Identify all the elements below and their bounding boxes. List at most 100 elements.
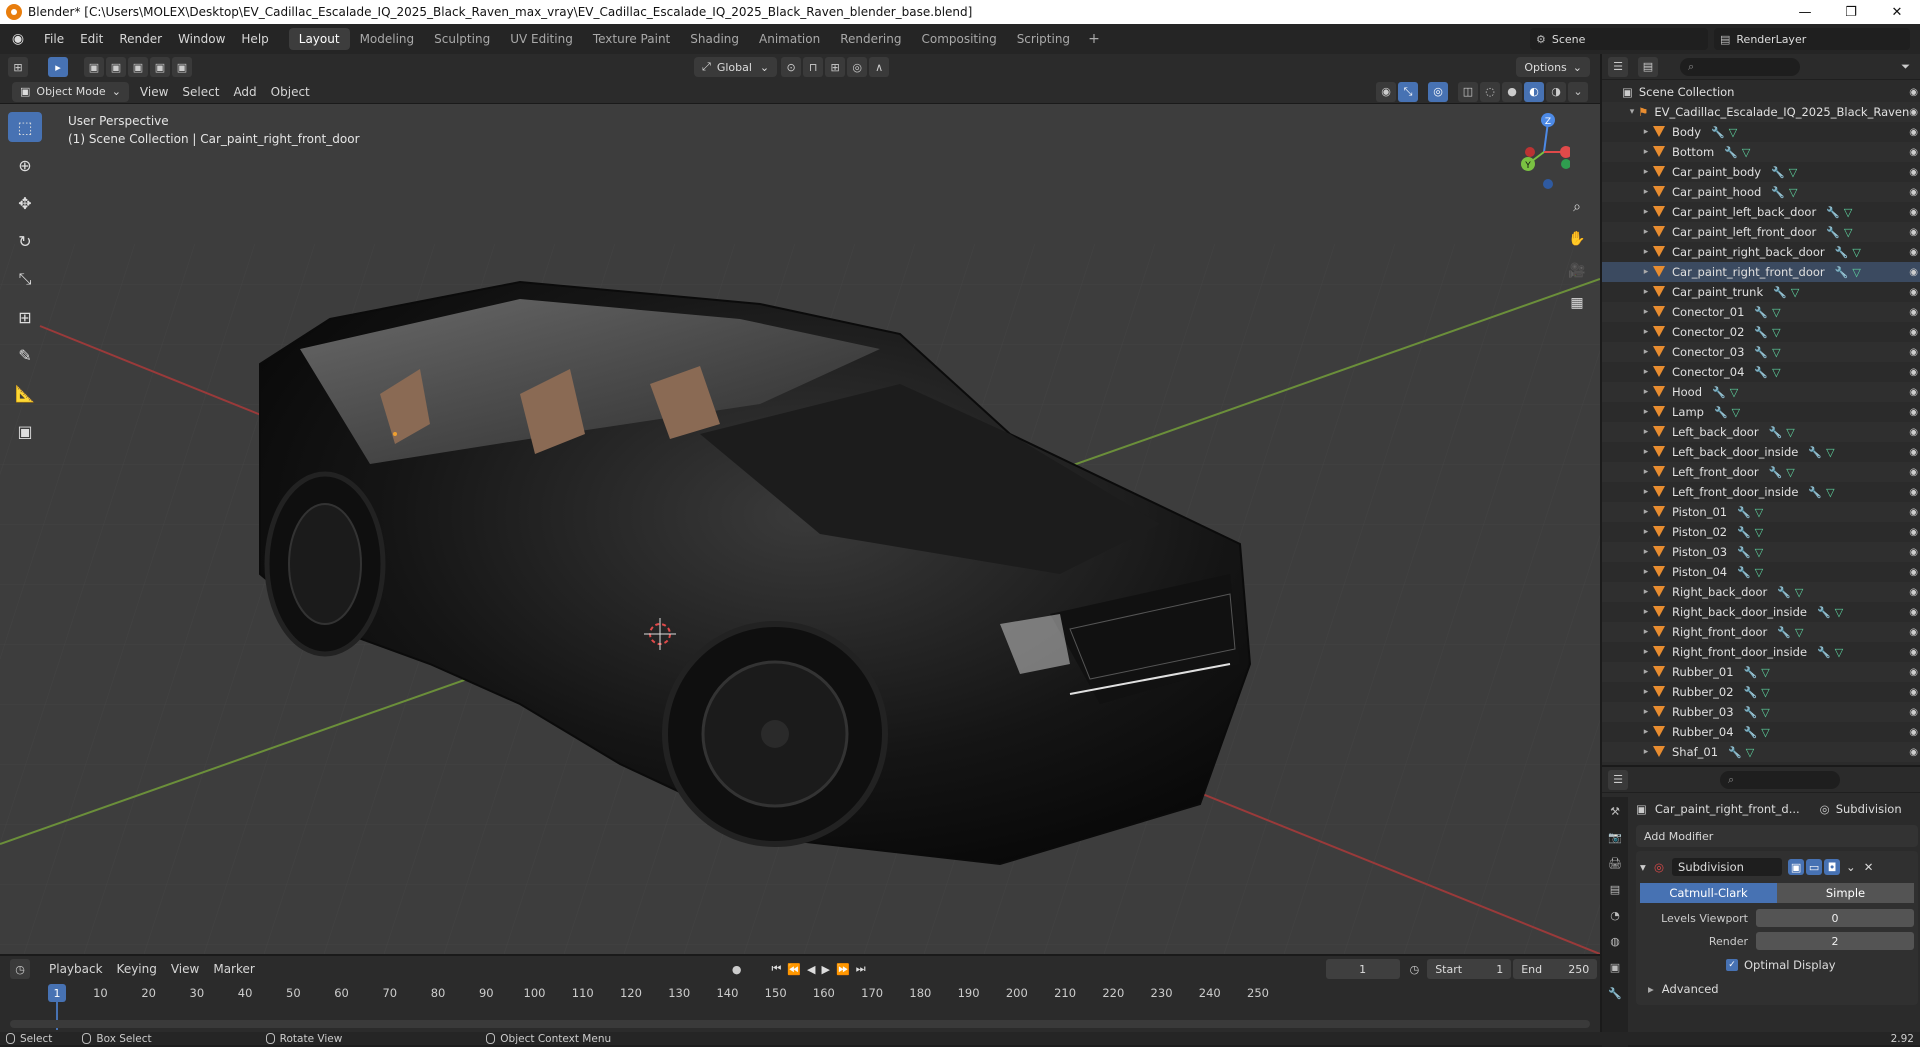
tab-shading[interactable]: Shading [680,28,749,50]
modifier-icon[interactable]: 🔧 [1737,566,1751,579]
mesh-data-icon[interactable]: ▽ [1789,186,1797,199]
outliner-object-row[interactable]: ▸ Conector_01 🔧 ▽ ◉ [1602,302,1920,322]
mesh-data-icon[interactable]: ▽ [1786,466,1794,479]
mesh-data-icon[interactable]: ▽ [1729,126,1737,139]
xray-icon[interactable]: ◫ [1458,81,1478,102]
expand-caret-icon[interactable]: ▸ [1640,327,1652,337]
viewport-toggle-icon[interactable]: ▭ [1806,859,1823,875]
render-toggle-icon[interactable]: ◘ [1824,859,1841,875]
eye-icon[interactable]: ◉ [1909,407,1918,418]
gizmo-toggle-icon[interactable]: ⤡ [1398,81,1418,102]
outliner-object-row[interactable]: ▸ Piston_02 🔧 ▽ ◉ [1602,522,1920,542]
world-tab-icon[interactable]: ◍ [1606,935,1624,951]
expand-caret-icon[interactable]: ▸ [1640,267,1652,277]
mesh-data-icon[interactable]: ▽ [1786,426,1794,439]
modifier-icon[interactable]: 🔧 [1771,166,1785,179]
add-modifier-button[interactable]: Add Modifier [1636,825,1918,847]
modifier-icon[interactable]: 🔧 [1754,306,1768,319]
tab-animation[interactable]: Animation [749,28,830,50]
outliner-object-row[interactable]: ▸ Car_paint_body 🔧 ▽ ◉ [1602,162,1920,182]
expand-caret-icon[interactable]: ▸ [1640,207,1652,217]
expand-caret-icon[interactable]: ▸ [1640,727,1652,737]
outliner-object-row[interactable]: ▸ Conector_04 🔧 ▽ ◉ [1602,362,1920,382]
outliner-object-row[interactable]: ▸ Rubber_03 🔧 ▽ ◉ [1602,702,1920,722]
display-mode-icon[interactable]: ▤ [1638,56,1658,77]
shading-solid-icon[interactable]: ● [1502,81,1522,102]
expand-caret-icon[interactable]: ▸ [1640,367,1652,377]
expand-caret-icon[interactable]: ▸ [1640,607,1652,617]
maximize-button[interactable]: ❐ [1828,0,1874,24]
eye-icon[interactable]: ◉ [1909,727,1918,738]
modifier-icon[interactable]: 🔧 [1777,586,1791,599]
scene-selector[interactable]: ⚙ Scene [1530,28,1708,50]
modifier-icon[interactable]: 🔧 [1744,706,1758,719]
expand-caret-icon[interactable]: ▸ [1640,427,1652,437]
mesh-data-icon[interactable]: ▽ [1844,226,1852,239]
3d-viewport[interactable] [0,104,1600,954]
mesh-data-icon[interactable]: ▽ [1746,746,1754,759]
annotate-tool-icon[interactable]: ✎ [8,340,42,370]
modifier-icon[interactable]: 🔧 [1771,186,1785,199]
overlay-toggle-icon[interactable]: ◎ [1428,81,1448,102]
modifier-icon[interactable]: 🔧 [1737,506,1751,519]
modifier-icon[interactable]: 🔧 [1744,666,1758,679]
mesh-data-icon[interactable]: ▽ [1761,666,1769,679]
modifier-icon[interactable]: 🔧 [1808,486,1822,499]
modifier-icon[interactable]: 🔧 [1808,446,1822,459]
modifier-icon[interactable]: 🔧 [1773,286,1787,299]
outliner-object-row[interactable]: ▸ Rubber_04 🔧 ▽ ◉ [1602,722,1920,742]
eye-icon[interactable]: ◉ [1909,587,1918,598]
modifier-icon[interactable]: 🔧 [1724,146,1738,159]
expand-caret-icon[interactable]: ▸ [1640,307,1652,317]
start-frame-field[interactable]: Start 1 [1427,959,1512,979]
mesh-data-icon[interactable]: ▽ [1826,446,1834,459]
rotate-tool-icon[interactable]: ↻ [8,226,42,256]
eye-icon[interactable]: ◉ [1909,527,1918,538]
mesh-data-icon[interactable]: ▽ [1772,326,1780,339]
eye-icon[interactable]: ◉ [1909,147,1918,158]
mesh-data-icon[interactable]: ▽ [1742,146,1750,159]
falloff-icon[interactable]: ∧ [869,57,890,77]
modifier-name-field[interactable]: Subdivision [1672,858,1783,876]
move-tool-icon[interactable]: ✥ [8,188,42,218]
blender-menu-icon[interactable]: ◉ [10,31,26,47]
record-icon[interactable]: ● [732,963,742,976]
end-frame-field[interactable]: End 250 [1513,959,1598,979]
shading-material-icon[interactable]: ◐ [1524,81,1544,102]
current-frame-field[interactable]: 1 [1325,959,1400,979]
modifier-icon[interactable]: 🔧 [1754,326,1768,339]
collapse-caret-icon[interactable]: ▾ [1640,860,1654,874]
modifier-icon[interactable]: 🔧 [1826,206,1840,219]
tab-uv-editing[interactable]: UV Editing [500,28,583,50]
outliner-search-input[interactable]: ⌕ [1680,57,1800,76]
select-box-tool-icon[interactable]: ⬚ [8,112,42,142]
mesh-data-icon[interactable]: ▽ [1772,306,1780,319]
jump-end-icon[interactable]: ⏭ [856,962,866,976]
expand-caret-icon[interactable]: ▸ [1640,167,1652,177]
modifier-icon[interactable]: 🔧 [1714,406,1728,419]
stopwatch-icon[interactable]: ◷ [1410,963,1420,976]
viewport-menu-object[interactable]: Object [264,85,317,99]
scene-tab-icon[interactable]: ◔ [1606,909,1624,925]
expand-caret-icon[interactable]: ▸ [1640,647,1652,657]
outliner-object-row[interactable]: ▸ Right_front_door_inside 🔧 ▽ ◉ [1602,642,1920,662]
frame-ruler[interactable]: 10 20 30 40 50 60 70 80 90 100 110 120 130 140 150 160 1… [10,984,1590,1004]
outliner-object-row[interactable]: ▸ Car_paint_trunk 🔧 ▽ ◉ [1602,282,1920,302]
mesh-data-icon[interactable]: ▽ [1844,206,1852,219]
outliner-editor-icon[interactable]: ☰ [1608,56,1628,77]
properties-search-input[interactable]: ⌕ [1720,770,1840,789]
timeline-scrollbar[interactable] [10,1020,1590,1028]
edit-mode-toggle-icon[interactable]: ▣ [1788,859,1805,875]
select-mode-subtract-icon[interactable]: ▣ [128,57,148,77]
scale-tool-icon[interactable]: ⤡ [8,264,42,294]
expand-caret-icon[interactable]: ▸ [1640,347,1652,357]
mesh-data-icon[interactable]: ▽ [1772,346,1780,359]
jump-start-icon[interactable]: ⏮ [771,962,781,976]
menu-file[interactable]: File [36,32,72,46]
outliner-scene-collection[interactable]: ▣ Scene Collection ◉ [1602,82,1920,102]
outliner-object-row[interactable]: ▸ Rubber_01 🔧 ▽ ◉ [1602,662,1920,682]
modifier-remove-icon[interactable]: ✕ [1864,860,1874,874]
expand-caret-icon[interactable]: ▸ [1640,627,1652,637]
expand-caret-icon[interactable]: ▸ [1640,707,1652,717]
eye-icon[interactable]: ◉ [1909,507,1918,518]
